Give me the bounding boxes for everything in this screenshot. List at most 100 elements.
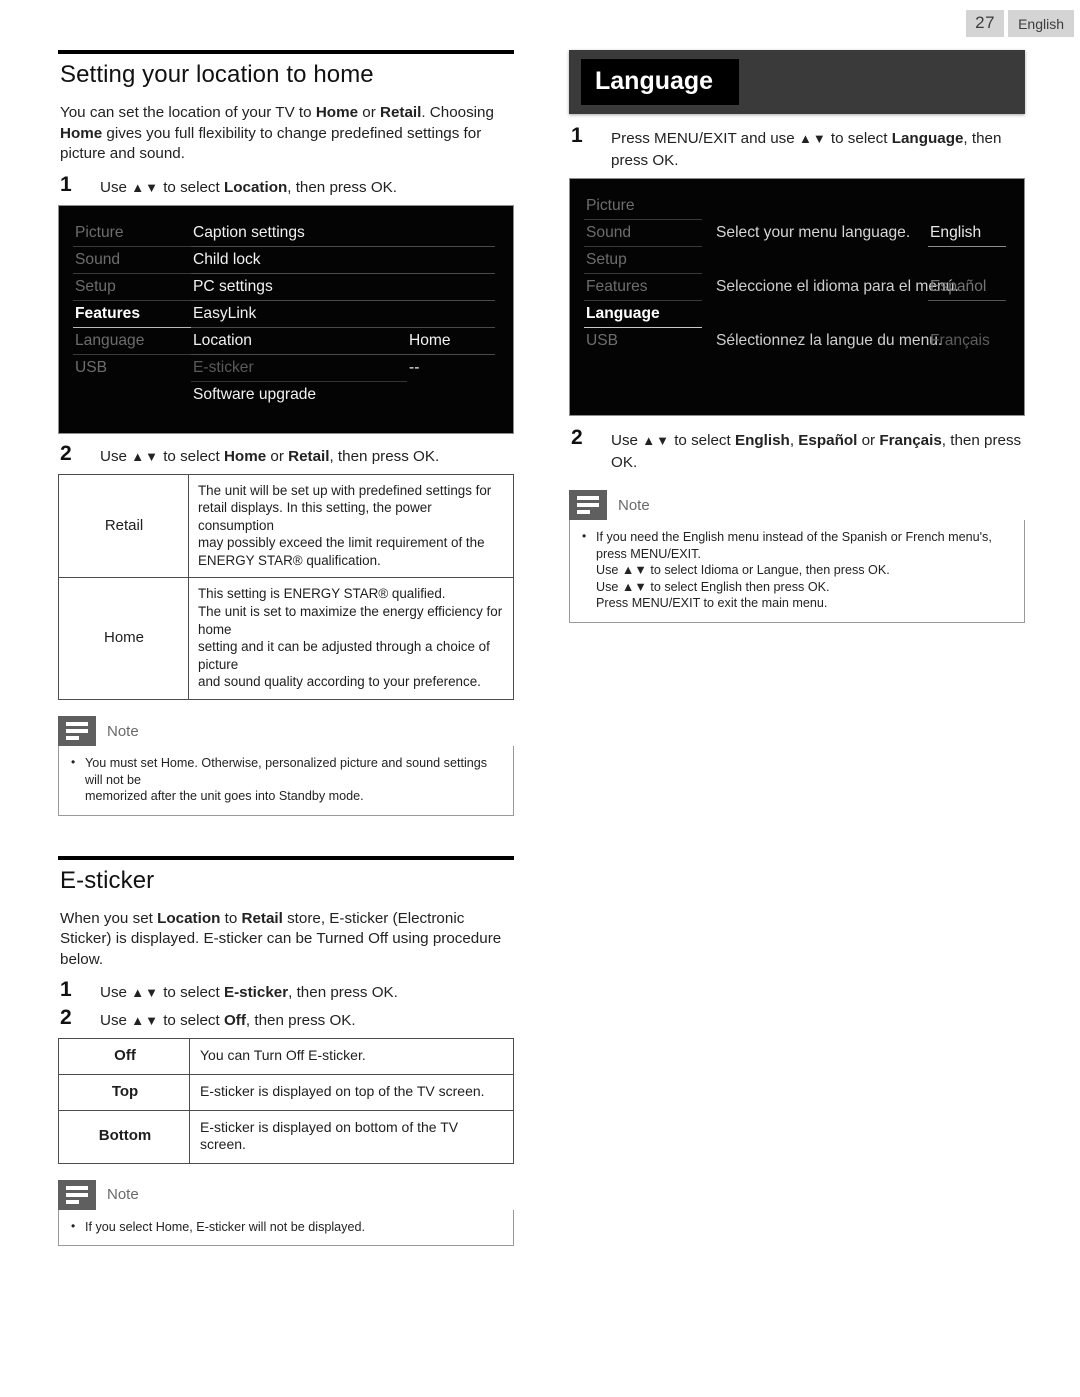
tv-side-item-usb[interactable]: USB xyxy=(584,328,702,354)
tv-item-easylink[interactable]: EasyLink xyxy=(191,301,407,328)
intro-text-3: . Choosing xyxy=(421,104,494,121)
step-text-c: , then press OK. xyxy=(287,178,397,196)
page-language-tag: English xyxy=(1008,10,1074,37)
tv-desc-spacer-0 xyxy=(714,193,918,220)
step-text-b: to select xyxy=(158,984,224,1002)
tv-value-spacer-2 xyxy=(918,301,1006,328)
tv-side-item-picture[interactable]: Picture xyxy=(584,193,702,220)
tv-desc-english: Select your menu language. xyxy=(716,224,911,241)
note-label: Note xyxy=(107,1186,139,1204)
note-box-location: Note You must set Home. Otherwise, perso… xyxy=(58,716,514,816)
note-body: You must set Home. Otherwise, personaliz… xyxy=(58,746,514,816)
page-header: 27 English xyxy=(966,10,1074,37)
tv-item-child-lock[interactable]: Child lock xyxy=(191,247,407,274)
tv-item-software-upgrade[interactable]: Software upgrade xyxy=(191,382,407,408)
tv-language-grid: Picture Sound Select your menu language.… xyxy=(570,193,1024,354)
tv-value-spacer-1 xyxy=(918,247,1006,274)
location-desc-home: This setting is ENERGY STAR® qualified. … xyxy=(188,577,514,701)
step-text-a: Use xyxy=(611,432,643,449)
step-text-c: or xyxy=(266,447,289,465)
step-text-a: Use xyxy=(100,984,132,1002)
step-bold-location: Location xyxy=(223,178,288,196)
intro-bold-location: Location xyxy=(157,909,221,927)
step-text-a: Use xyxy=(100,1012,132,1030)
up-down-arrows-icon: ▲▼ xyxy=(131,1013,159,1029)
tv-side-item-setup[interactable]: Setup xyxy=(73,274,191,301)
step-bold-english: English xyxy=(734,432,790,449)
desc-line: The unit is set to maximize the energy e… xyxy=(198,604,503,637)
tv-side-item-setup[interactable]: Setup xyxy=(584,247,702,274)
up-down-arrows-icon: ▲▼ xyxy=(642,433,670,448)
note-header: Note xyxy=(569,490,1025,520)
intro-bold-home-2: Home xyxy=(60,124,103,142)
intro-text-2: or xyxy=(358,104,380,121)
banner-title: Language xyxy=(581,59,740,105)
tv-item-caption-settings[interactable]: Caption settings xyxy=(191,220,407,247)
note-header: Note xyxy=(58,1179,514,1210)
intro-paragraph-esticker: When you set Location to Retail store, E… xyxy=(60,909,514,971)
tv-side-item-features[interactable]: Features xyxy=(73,301,191,328)
tv-side-spacer xyxy=(73,382,191,408)
location-label-retail: Retail xyxy=(58,473,189,579)
step-1-esticker: 1 Use ▲▼ to select E-sticker, then press … xyxy=(60,979,514,1004)
tv-side-item-sound[interactable]: Sound xyxy=(73,247,191,274)
note-bullet: You must set Home. Otherwise, personaliz… xyxy=(69,754,503,805)
step-text-d: or xyxy=(857,432,880,449)
step-text-a: Use xyxy=(100,447,132,465)
tv-value-espanol[interactable]: Español xyxy=(928,274,1006,301)
location-options-table: Retail The unit will be set up with pred… xyxy=(58,473,514,701)
step-bold-retail: Retail xyxy=(288,447,330,465)
note-label: Note xyxy=(618,496,650,514)
up-down-arrows-icon: ▲▼ xyxy=(131,448,159,464)
up-down-arrows-icon: ▲▼ xyxy=(131,985,159,1001)
tv-menu-features: Picture Caption settings Sound Child loc… xyxy=(58,204,514,434)
note-icon xyxy=(58,716,96,747)
step-2-home-retail: 2 Use ▲▼ to select Home or Retail, then p… xyxy=(60,442,514,468)
table-row: Off You can Turn Off E-sticker. xyxy=(58,1038,514,1075)
tv-value-english[interactable]: English xyxy=(928,220,1006,247)
tv-side-item-language[interactable]: Language xyxy=(73,328,191,355)
tv-side-item-features[interactable]: Features xyxy=(584,274,702,301)
language-banner: Language xyxy=(569,50,1025,114)
note-box-esticker: Note If you select Home, E-sticker will … xyxy=(58,1179,514,1247)
tv-item-pc-settings[interactable]: PC settings xyxy=(191,274,407,301)
step-bold-francais: Français xyxy=(879,432,942,449)
esticker-label-bottom: Bottom xyxy=(58,1109,190,1164)
step-text-c: , then press OK. xyxy=(288,984,398,1002)
note-line: If you need the English menu instead of … xyxy=(596,530,992,561)
note-line: You must set Home. Otherwise, personaliz… xyxy=(85,756,488,787)
tv-side-item-language[interactable]: Language xyxy=(584,301,702,328)
tv-value-0 xyxy=(407,220,495,247)
section-rule xyxy=(58,855,514,860)
step-bold-language: Language xyxy=(891,130,964,147)
tv-value-francais[interactable]: Français xyxy=(928,328,1006,354)
desc-line: and sound quality according to your pref… xyxy=(198,674,481,690)
step-number: 2 xyxy=(571,426,583,449)
note-bullet: If you select Home, E-sticker will not b… xyxy=(69,1218,503,1236)
tv-side-item-sound[interactable]: Sound xyxy=(584,220,702,247)
note-line: If you select Home, E-sticker will not b… xyxy=(85,1219,365,1234)
tv-side-item-usb[interactable]: USB xyxy=(73,355,191,382)
right-column: Language 1 Press MENU/EXIT and use ▲▼ to … xyxy=(569,50,1025,623)
step-text-d: , then press OK. xyxy=(329,447,440,465)
tv-desc-spanish: Seleccione el idioma para el menú. xyxy=(716,278,959,295)
tv-desc-spacer-2 xyxy=(714,301,918,328)
tv-desc-french: Sélectionnez la langue du menu. xyxy=(716,332,943,349)
intro-bold-retail: Retail xyxy=(379,104,422,121)
note-header: Note xyxy=(58,716,514,747)
tv-side-item-picture[interactable]: Picture xyxy=(73,220,191,247)
tv-desc-spacer-1 xyxy=(714,247,918,274)
tv-item-esticker: E-sticker xyxy=(191,355,407,382)
section-rule xyxy=(58,50,514,54)
page-title: Setting your location to home xyxy=(60,61,374,88)
tv-menu-grid: Picture Caption settings Sound Child loc… xyxy=(59,220,513,408)
section-title-esticker: E-sticker xyxy=(60,866,155,894)
note-bullet: If you need the English menu instead of … xyxy=(580,528,1014,612)
desc-line: retail displays. In this setting, the po… xyxy=(198,500,432,533)
step-bold-off: Off xyxy=(223,1012,246,1030)
tv-item-location[interactable]: Location xyxy=(191,328,407,355)
intro-bold-retail: Retail xyxy=(241,909,283,927)
esticker-desc-off: You can Turn Off E-sticker. xyxy=(189,1038,514,1075)
tv-value-spacer-0 xyxy=(918,193,1006,220)
note-body: If you select Home, E-sticker will not b… xyxy=(58,1209,514,1247)
